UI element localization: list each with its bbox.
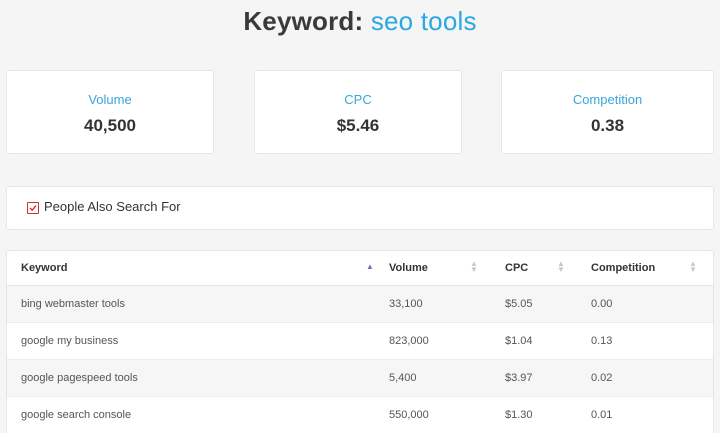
column-header-volume[interactable]: Volume ▲ ▼ (375, 251, 491, 286)
column-header-label: Volume (389, 262, 428, 274)
cell-volume: 823,000 (375, 322, 491, 360)
cell-competition: 0.01 (577, 396, 713, 433)
people-also-search-label[interactable]: People Also Search For (44, 199, 181, 215)
cell-competition: 0.02 (577, 359, 713, 397)
column-header-label: CPC (505, 262, 529, 274)
column-header-keyword[interactable]: Keyword ▲ (7, 251, 375, 286)
cpc-card: CPC $5.46 (254, 70, 462, 154)
people-also-search-panel[interactable]: People Also Search For (6, 186, 714, 230)
cell-keyword: google my business (7, 322, 375, 360)
title-prefix: Keyword: (243, 6, 364, 36)
cell-cpc: $1.30 (491, 396, 577, 433)
table-header-row: Keyword ▲ Volume ▲ ▼ CPC ▲ ▼ Competition ▲… (7, 251, 713, 286)
table-row[interactable]: google pagespeed tools 5,400 $3.97 0.02 (7, 359, 713, 397)
checkbox-checked-icon[interactable] (27, 202, 39, 214)
column-header-competition[interactable]: Competition ▲ ▼ (577, 251, 713, 286)
cell-volume: 33,100 (375, 285, 491, 323)
cell-competition: 0.00 (577, 285, 713, 323)
table-row[interactable]: google my business 823,000 $1.04 0.13 (7, 322, 713, 360)
sort-icon[interactable]: ▲ ▼ (557, 260, 565, 274)
column-header-label: Keyword (21, 262, 68, 274)
competition-label: Competition (572, 92, 643, 107)
sort-icon[interactable]: ▲ ▼ (689, 260, 697, 274)
cell-keyword: bing webmaster tools (7, 285, 375, 323)
volume-label: Volume (88, 92, 132, 107)
column-header-cpc[interactable]: CPC ▲ ▼ (491, 251, 577, 286)
cpc-label: CPC (344, 92, 372, 107)
title-keyword: seo tools (370, 6, 477, 36)
cell-volume: 5,400 (375, 359, 491, 397)
volume-value: 40,500 (84, 116, 136, 135)
column-header-label: Competition (591, 262, 656, 274)
cell-keyword: google pagespeed tools (7, 359, 375, 397)
page-title: Keyword: seo tools (0, 4, 720, 38)
table-row[interactable]: bing webmaster tools 33,100 $5.05 0.00 (7, 285, 713, 323)
competition-value: 0.38 (590, 116, 625, 135)
competition-card: Competition 0.38 (501, 70, 714, 154)
table-row[interactable]: google search console 550,000 $1.30 0.01 (7, 396, 713, 433)
cell-volume: 550,000 (375, 396, 491, 433)
cell-cpc: $5.05 (491, 285, 577, 323)
sort-ascending-icon[interactable]: ▲ (366, 262, 374, 271)
cell-competition: 0.13 (577, 322, 713, 360)
cell-cpc: $1.04 (491, 322, 577, 360)
cell-cpc: $3.97 (491, 359, 577, 397)
cell-keyword: google search console (7, 396, 375, 433)
sort-icon[interactable]: ▲ ▼ (470, 260, 478, 274)
keyword-table: Keyword ▲ Volume ▲ ▼ CPC ▲ ▼ Competition ▲… (6, 250, 714, 433)
cpc-value: $5.46 (336, 116, 380, 135)
volume-card: Volume 40,500 (6, 70, 214, 154)
